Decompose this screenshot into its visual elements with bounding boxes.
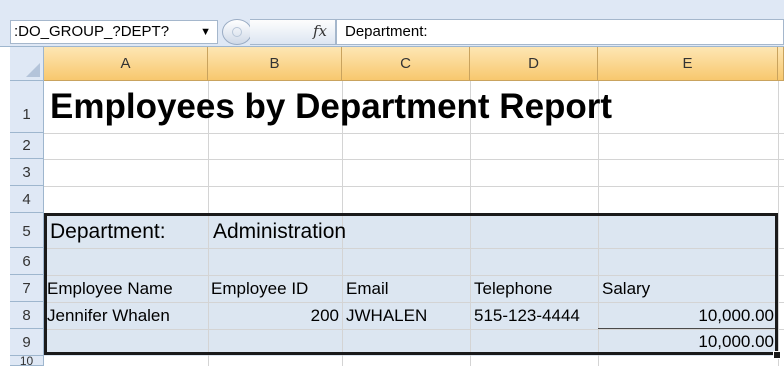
row-header-8[interactable]: 8 — [10, 302, 44, 329]
row-header-5[interactable]: 5 — [10, 213, 44, 248]
row-header-3[interactable]: 3 — [10, 159, 44, 186]
gridline — [44, 159, 784, 160]
gridline — [44, 186, 784, 187]
formula-input[interactable]: Department: — [336, 19, 784, 45]
formula-bar: :DO_GROUP_?DEPT? ▼ fx Department: — [0, 0, 784, 47]
gridline — [44, 133, 784, 134]
row-header-4[interactable]: 4 — [10, 186, 44, 213]
row-header-1[interactable]: 1 — [10, 81, 44, 133]
row-header-7[interactable]: 7 — [10, 275, 44, 302]
column-header-a[interactable]: A — [44, 47, 208, 81]
column-header-d[interactable]: D — [470, 47, 598, 81]
worksheet-grid: A B C D E 1 2 3 4 5 6 7 8 9 10 Employees… — [0, 47, 784, 366]
select-all-button[interactable] — [10, 47, 44, 81]
report-title: Employees by Department Report — [50, 87, 613, 126]
row-header-2[interactable]: 2 — [10, 133, 44, 159]
fx-icon: fx — [312, 22, 327, 40]
row-header-6[interactable]: 6 — [10, 248, 44, 275]
column-header-b[interactable]: B — [208, 47, 342, 81]
column-header-f[interactable] — [778, 47, 784, 81]
formula-bar-resize-handle[interactable] — [222, 19, 252, 45]
name-box[interactable]: :DO_GROUP_?DEPT? ▼ — [10, 20, 218, 44]
chevron-down-icon[interactable]: ▼ — [200, 21, 211, 43]
row-header-9[interactable]: 9 — [10, 329, 44, 356]
column-header-c[interactable]: C — [342, 47, 470, 81]
gridline — [778, 81, 779, 366]
insert-function-button[interactable]: fx — [250, 19, 336, 45]
fill-handle[interactable] — [773, 351, 781, 359]
selected-range[interactable] — [44, 213, 778, 355]
row-header-10[interactable]: 10 — [10, 356, 44, 366]
name-box-value: :DO_GROUP_?DEPT? — [14, 23, 170, 40]
column-header-e[interactable]: E — [598, 47, 778, 81]
